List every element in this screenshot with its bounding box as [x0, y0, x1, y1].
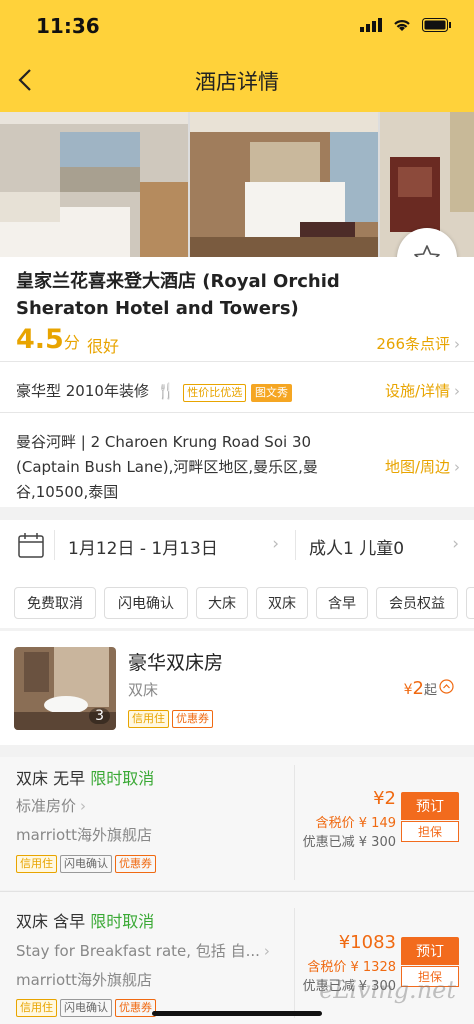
coupon-badge: 优惠券 — [115, 855, 156, 873]
signal-icon — [360, 18, 382, 32]
wifi-icon — [394, 20, 410, 31]
hotel-name: 皇家兰花喜来登大酒店 (Royal Orchid Sheraton Hotel … — [16, 271, 340, 319]
reviews-count: 266条点评 — [376, 335, 450, 353]
rate-title: 双床 含早 — [16, 912, 86, 931]
currency-symbol: ¥ — [403, 682, 413, 698]
discount-amount: 优惠已减 ¥ 300 — [302, 835, 396, 850]
hotel-address: 曼谷河畔 | 2 Charoen Krung Road Soi 30 (Capt… — [16, 433, 318, 501]
chevron-right-icon: › — [452, 534, 459, 554]
rate-tags: 信用住 闪电确认 优惠券 — [16, 999, 156, 1017]
home-indicator — [152, 1011, 322, 1016]
photo-show-badge: 图文秀 — [250, 384, 292, 402]
divider — [294, 765, 295, 880]
room-bed-type: 双床 — [128, 681, 159, 699]
chevron-right-icon: › — [454, 382, 460, 400]
tax-price: 含税价 ¥ 149 — [315, 816, 396, 831]
credit-stay-badge: 信用住 — [16, 999, 57, 1017]
room-tags: 信用住 优惠券 — [128, 710, 213, 728]
divider — [294, 908, 295, 1018]
map-link[interactable]: 地图/周边 › — [385, 456, 460, 477]
filter-king-bed[interactable]: 大床 — [196, 587, 248, 619]
tax-price: 含税价 ¥ 1328 — [307, 960, 396, 975]
divider — [0, 361, 474, 362]
hotel-score: 4.5分 — [16, 324, 80, 355]
filter-breakfast[interactable]: 含早 — [316, 587, 368, 619]
facilities-label: 设施/详情 — [384, 382, 450, 400]
chevron-right-icon: › — [272, 534, 279, 554]
filter-free-cancel[interactable]: 免费取消 — [14, 587, 96, 619]
coupon-badge: 优惠券 — [172, 710, 213, 728]
room-photo[interactable]: 3 — [14, 647, 116, 730]
rate-plan-title: 双床 无早 限时取消 — [16, 765, 154, 789]
guest-count: 成人1 儿童0 — [309, 539, 405, 559]
hotel-photo-1[interactable] — [0, 112, 188, 257]
rate-desc[interactable]: 标准房价 › — [16, 795, 86, 816]
reviews-link[interactable]: 266条点评 › — [376, 333, 460, 354]
status-bar: 11:36 — [0, 0, 474, 52]
chevron-right-icon: › — [80, 797, 87, 815]
filter-more[interactable] — [466, 587, 474, 619]
chevron-right-icon: › — [454, 458, 460, 476]
score-value: 4.5 — [16, 324, 64, 355]
hotel-renovation-info: 豪华型 2010年装修 — [16, 382, 149, 400]
navigation-bar: 酒店详情 — [0, 52, 474, 112]
divider — [0, 891, 474, 892]
filter-twin-bed[interactable]: 双床 — [256, 587, 308, 619]
rate-plan-title: 双床 含早 限时取消 — [16, 908, 154, 932]
value-pick-badge: 性价比优选 — [183, 384, 247, 402]
guest-selector[interactable]: 成人1 儿童0 › — [309, 534, 459, 559]
guarantee-button[interactable]: 担保 — [401, 821, 459, 842]
hotel-photo-gallery[interactable] — [0, 112, 474, 257]
seller-name: marriott海外旗舰店 — [16, 971, 152, 989]
watermark: eLiving.net — [319, 976, 456, 1004]
credit-stay-badge: 信用住 — [128, 710, 169, 728]
cancel-policy: 限时取消 — [90, 769, 155, 788]
date-range: 1月12日 - 1月13日 — [68, 539, 218, 559]
instant-confirm-badge: 闪电确认 — [60, 999, 112, 1017]
divider — [0, 412, 474, 413]
rate-price: ¥2 — [373, 788, 396, 809]
divider — [54, 530, 55, 560]
map-label: 地图/周边 — [384, 458, 450, 476]
divider — [295, 530, 296, 560]
photo-count: 3 — [89, 708, 110, 724]
filter-instant-confirm[interactable]: 闪电确认 — [104, 587, 188, 619]
calendar-icon — [18, 533, 44, 558]
hotel-photo-2[interactable] — [190, 112, 378, 257]
credit-stay-badge: 信用住 — [16, 855, 57, 873]
instant-confirm-badge: 闪电确认 — [60, 855, 112, 873]
rate-price: ¥1083 — [338, 932, 396, 953]
price-suffix: 起 — [423, 683, 437, 698]
score-text: 很好 — [87, 337, 120, 356]
rate-desc-text: Stay for Breakfast rate, 包括 自... — [16, 942, 260, 960]
chevron-right-icon: › — [454, 335, 460, 353]
page-title: 酒店详情 — [195, 70, 279, 94]
rate-desc[interactable]: Stay for Breakfast rate, 包括 自... › — [16, 940, 286, 961]
book-button[interactable]: 预订 — [401, 937, 459, 965]
rate-tags: 信用住 闪电确认 优惠券 — [16, 855, 156, 873]
restaurant-icon: 🍴 — [156, 382, 176, 400]
collapse-icon[interactable] — [439, 679, 454, 694]
rate-title: 双床 无早 — [16, 769, 86, 788]
hotel-features-row: 豪华型 2010年装修 🍴 性价比优选 图文秀 — [16, 380, 292, 402]
battery-icon — [422, 18, 451, 32]
score-unit: 分 — [63, 333, 80, 352]
room-price-value: 2 — [412, 678, 424, 699]
room-name: 豪华双床房 — [128, 652, 224, 674]
facilities-link[interactable]: 设施/详情 › — [385, 380, 460, 401]
filter-member-benefits[interactable]: 会员权益 — [376, 587, 458, 619]
coupon-badge: 优惠券 — [115, 999, 156, 1017]
book-button[interactable]: 预订 — [401, 792, 459, 820]
date-selector[interactable]: 1月12日 - 1月13日 › — [68, 534, 283, 559]
seller-name: marriott海外旗舰店 — [16, 826, 152, 844]
rate-desc-text: 标准房价 — [16, 797, 77, 815]
cancel-policy: 限时取消 — [90, 912, 155, 931]
status-time: 11:36 — [36, 14, 100, 38]
room-price: ¥ 2 起 — [404, 678, 454, 699]
chevron-right-icon: › — [263, 942, 270, 960]
